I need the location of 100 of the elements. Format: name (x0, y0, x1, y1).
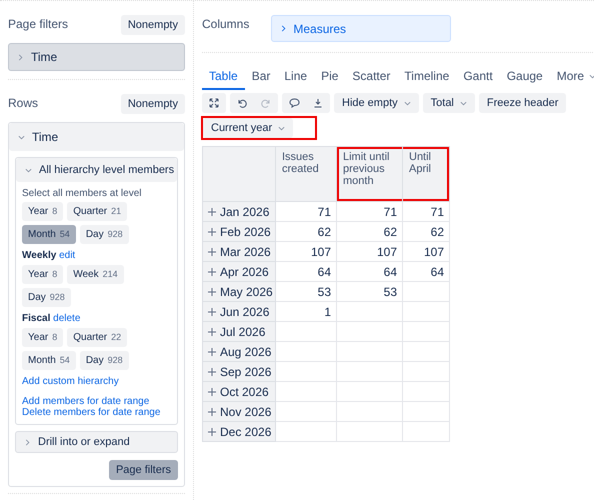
table-cell: 62 (336, 222, 402, 242)
table-cell: 107 (336, 242, 402, 262)
row-label: Apr 2026 (220, 264, 269, 278)
column-label: Measures (293, 22, 346, 36)
plus-icon[interactable] (208, 348, 216, 356)
dropdown-button[interactable]: Total (422, 93, 475, 113)
table-cell: 64 (336, 262, 402, 282)
table-cell: 107 (276, 242, 336, 262)
level-chip[interactable]: Month 54 (22, 225, 76, 244)
caret-icon (460, 100, 467, 106)
view-tab[interactable]: Scatter (345, 63, 398, 90)
dropdown-button[interactable]: Hide empty (334, 93, 419, 113)
view-tab[interactable]: Bar (244, 63, 278, 90)
level-chip[interactable]: Year 8 (22, 328, 64, 347)
view-tab[interactable]: Timeline (397, 63, 456, 90)
hierarchy-link[interactable]: edit (59, 250, 76, 261)
custom-hierarchy-link[interactable]: Add custom hierarchy (22, 376, 119, 387)
level-chip[interactable]: Year 8 (22, 265, 64, 284)
plus-icon[interactable] (208, 228, 216, 236)
row-label: Feb 2026 (220, 224, 271, 238)
plus-icon[interactable] (208, 428, 216, 436)
section-header[interactable]: All hierarchy level members (16, 158, 177, 182)
column-header: Issues created (276, 146, 336, 202)
freeze-header-button[interactable]: Freeze header (478, 93, 566, 113)
view-tab[interactable]: Line (277, 63, 314, 90)
table-cell: 62 (402, 222, 450, 242)
table-cell: 71 (402, 202, 450, 222)
date-range-link[interactable]: Delete members for date range (22, 407, 160, 418)
plus-icon[interactable] (208, 328, 216, 336)
level-chip[interactable]: Quarter 22 (67, 328, 128, 347)
view-tab[interactable]: Table (202, 63, 245, 90)
row-label: Dec 2026 (220, 424, 272, 438)
plus-icon[interactable] (208, 408, 216, 416)
table-cell: 64 (402, 262, 450, 282)
drill-header[interactable]: Drill into or expand (15, 431, 178, 453)
row-label: Jun 2026 (220, 304, 270, 318)
fullscreen-icon (209, 98, 219, 108)
row-label: Oct 2026 (220, 384, 269, 398)
level-chip[interactable]: Week 214 (67, 265, 124, 284)
table-cell: 62 (276, 222, 336, 242)
table-cell: 53 (276, 282, 336, 302)
hierarchy-title: Weekly edit (22, 250, 76, 261)
level-chip[interactable]: Month 54 (22, 351, 76, 370)
filter-item[interactable]: Time (8, 43, 185, 71)
column-item[interactable]: Measures (271, 15, 452, 42)
section-title: Columns (202, 16, 250, 33)
hierarchy-link[interactable]: delete (53, 313, 80, 324)
plus-icon[interactable] (208, 288, 216, 296)
chevron-icon (25, 166, 32, 174)
plus-icon[interactable] (208, 208, 216, 216)
page-filters-button[interactable]: Page filters (108, 460, 178, 480)
dimension-header[interactable]: Time (9, 123, 184, 151)
level-chip[interactable]: Year 8 (22, 202, 64, 221)
section-label: All hierarchy level members (39, 164, 174, 176)
level-chip[interactable]: Day 928 (22, 288, 71, 307)
drill-label: Drill into or expand (38, 436, 130, 448)
comment-icon (288, 98, 300, 108)
caret-icon (404, 100, 411, 106)
plus-icon[interactable] (208, 268, 216, 276)
section-title: Rows (8, 95, 38, 110)
chevron-icon (24, 438, 31, 446)
plus-icon[interactable] (208, 388, 216, 396)
view-tab[interactable]: Gantt (456, 63, 500, 90)
column-header: Limit until previous month (336, 146, 402, 202)
date-filter-dropdown[interactable]: Current year (203, 118, 294, 138)
level-chip[interactable]: Day 928 (80, 225, 129, 244)
table-cell: 71 (336, 202, 402, 222)
dimension-label: Time (32, 130, 58, 144)
view-tab[interactable]: Gauge (500, 63, 550, 90)
chevron-icon (17, 54, 24, 60)
caret-icon (589, 72, 594, 80)
chevron-icon (18, 134, 25, 140)
nonempty-button[interactable]: Nonempty (120, 94, 185, 114)
nonempty-button[interactable]: Nonempty (120, 15, 185, 35)
plus-icon[interactable] (208, 368, 216, 376)
table-cell: 53 (336, 282, 402, 302)
table-cell: 107 (402, 242, 450, 262)
row-label: Sep 2026 (220, 364, 272, 378)
chevron-icon (280, 25, 288, 32)
table-cell: 64 (276, 262, 336, 282)
column-header: Until April (402, 146, 450, 202)
date-range-link[interactable]: Add members for date range (22, 396, 150, 407)
more-menu[interactable]: More (550, 63, 594, 90)
undo-icon (237, 98, 247, 108)
row-label: Nov 2026 (220, 404, 272, 418)
download-icon (313, 98, 323, 108)
table-cell: 1 (276, 302, 336, 322)
row-label: Mar 2026 (220, 244, 271, 258)
table-cell: 71 (276, 202, 336, 222)
row-label: Aug 2026 (220, 344, 272, 358)
plus-icon[interactable] (208, 308, 216, 316)
plus-icon[interactable] (208, 248, 216, 256)
row-label: Jul 2026 (220, 324, 266, 338)
level-chip[interactable]: Quarter 21 (67, 202, 128, 221)
caret-icon (278, 124, 286, 132)
hint-text: Select all members at level (22, 188, 142, 199)
section-title: Page filters (8, 16, 68, 31)
hierarchy-title: Fiscal delete (22, 313, 82, 324)
level-chip[interactable]: Day 928 (80, 351, 129, 370)
view-tab[interactable]: Pie (314, 63, 346, 90)
